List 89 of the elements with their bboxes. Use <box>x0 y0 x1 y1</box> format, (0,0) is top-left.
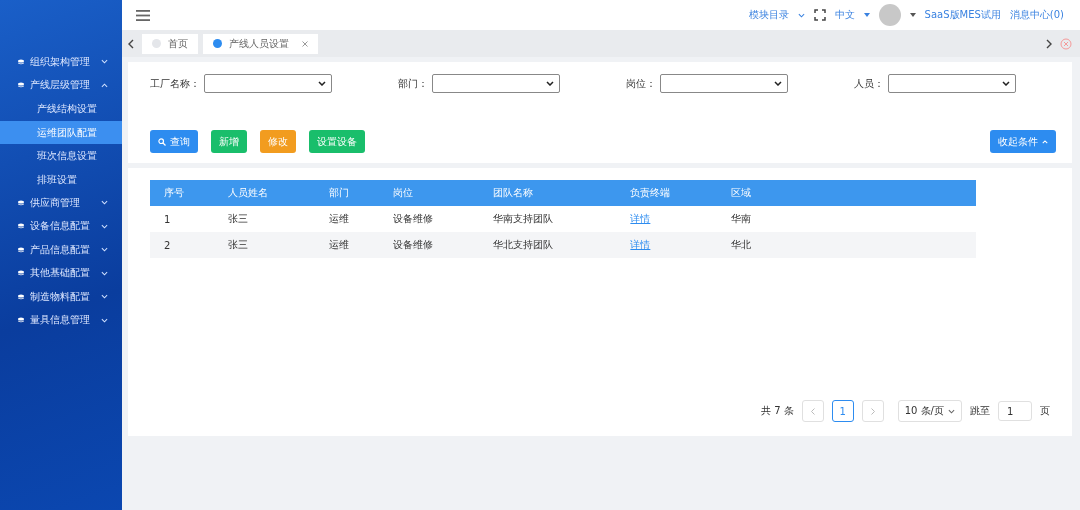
select-field[interactable] <box>660 74 788 93</box>
chevron-down-icon <box>797 12 805 18</box>
stack-icon <box>18 293 24 300</box>
column-header: 团队名称 <box>479 180 617 206</box>
table-cell: 1 <box>150 206 214 232</box>
filter-label: 岗位： <box>626 76 656 91</box>
chevron-down-icon <box>101 200 108 206</box>
stack-icon <box>18 246 24 253</box>
chevron-down-icon <box>101 247 108 253</box>
chevron-down-icon <box>948 408 955 414</box>
language-menu[interactable]: 中文 <box>834 8 855 22</box>
sidebar-item[interactable]: 设备信息配置 <box>0 214 122 238</box>
sidebar-subitem[interactable]: 排班设置 <box>0 167 122 191</box>
module-menu[interactable]: 模块目录 <box>748 8 789 22</box>
table-cell: 设备维修 <box>378 232 480 258</box>
caret-down-icon <box>863 13 870 17</box>
collapse-button[interactable]: 收起条件 <box>990 130 1056 153</box>
search-icon <box>158 137 166 146</box>
column-header: 负责终端 <box>616 180 717 206</box>
close-icon[interactable] <box>302 40 308 47</box>
column-header: 部门 <box>314 180 379 206</box>
chevron-down-icon <box>1002 81 1010 86</box>
stack-icon <box>18 317 24 324</box>
select-field[interactable] <box>888 74 1016 93</box>
table-cell: 张三 <box>214 232 315 258</box>
stack-icon <box>18 199 24 206</box>
select-field[interactable] <box>432 74 560 93</box>
column-header: 岗位 <box>378 180 480 206</box>
column-header: 人员姓名 <box>214 180 315 206</box>
message-center-link[interactable]: 消息中心(0) <box>1009 8 1064 22</box>
sidebar-item[interactable]: 供应商管理 <box>0 191 122 215</box>
chevron-down-icon <box>101 59 108 65</box>
details-link[interactable]: 详情 <box>630 213 651 224</box>
table-cell: 华南支持团队 <box>479 206 617 232</box>
sidebar-item[interactable]: 产线层级管理 <box>0 73 122 97</box>
chevron-down-icon <box>546 81 554 86</box>
table-cell: 华北 <box>716 232 781 258</box>
filter-label: 工厂名称： <box>150 76 200 91</box>
chevron-up-icon <box>1042 139 1048 144</box>
sidebar-subitem[interactable]: 运维团队配置 <box>0 120 122 144</box>
sidebar-item[interactable]: 量具信息管理 <box>0 308 122 332</box>
page-button[interactable]: 1 <box>831 400 854 422</box>
column-header: 序号 <box>150 180 214 206</box>
sidebar-subitem[interactable]: 班次信息设置 <box>0 144 122 168</box>
goto-label: 跳至 <box>970 404 990 418</box>
filter-label: 部门： <box>398 76 428 91</box>
search-button[interactable]: 查询 <box>150 130 198 153</box>
menu-icon[interactable] <box>136 9 150 21</box>
page-input[interactable]: 1 <box>998 401 1032 421</box>
page-tab[interactable]: 产线人员设置 <box>203 33 318 54</box>
chevron-down-icon <box>774 81 782 86</box>
stack-icon <box>18 82 24 89</box>
stack-icon <box>18 58 24 65</box>
stack-icon <box>18 270 24 277</box>
table-cell: 华北支持团队 <box>479 232 617 258</box>
sidebar-subitem[interactable]: 产线结构设置 <box>0 97 122 121</box>
sidebar-item[interactable]: 组织架构管理 <box>0 50 122 74</box>
table-cell: 2 <box>150 232 214 258</box>
table-cell: 华南 <box>716 206 781 232</box>
column-header: 区域 <box>716 180 781 206</box>
table-cell: 张三 <box>214 206 315 232</box>
chevron-up-icon <box>101 82 108 88</box>
select-field[interactable] <box>204 74 332 93</box>
chevron-down-icon <box>101 294 108 300</box>
fullscreen-icon[interactable] <box>813 9 826 21</box>
sidebar-item[interactable]: 制造物料配置 <box>0 285 122 309</box>
chevron-down-icon <box>318 81 326 86</box>
total-count: 共 7 条 <box>761 404 794 418</box>
table-cell: 设备维修 <box>378 206 480 232</box>
page-suffix: 页 <box>1040 404 1050 418</box>
close-all-icon[interactable] <box>1060 37 1072 50</box>
sidebar-item[interactable]: 产品信息配置 <box>0 238 122 262</box>
chevron-down-icon <box>101 223 108 229</box>
table-cell: 运维 <box>314 206 379 232</box>
details-link[interactable]: 详情 <box>630 239 651 250</box>
page-size-select[interactable]: 10 条/页 <box>897 400 962 422</box>
chevron-down-icon <box>101 270 108 276</box>
filter-label: 人员： <box>854 76 884 91</box>
stack-icon <box>18 223 24 230</box>
table-cell: 运维 <box>314 232 379 258</box>
page-tab[interactable]: 首页 <box>142 33 198 54</box>
chevron-down-icon <box>101 317 108 323</box>
user-menu[interactable]: SaaS版MES试用 <box>924 8 1001 22</box>
chevron-left-icon[interactable] <box>128 38 134 49</box>
sidebar-item[interactable]: 其他基础配置 <box>0 261 122 285</box>
caret-down-icon <box>909 13 916 17</box>
chevron-right-icon <box>870 407 875 415</box>
chevron-right-icon[interactable] <box>1046 38 1052 49</box>
chevron-left-icon <box>810 407 815 415</box>
